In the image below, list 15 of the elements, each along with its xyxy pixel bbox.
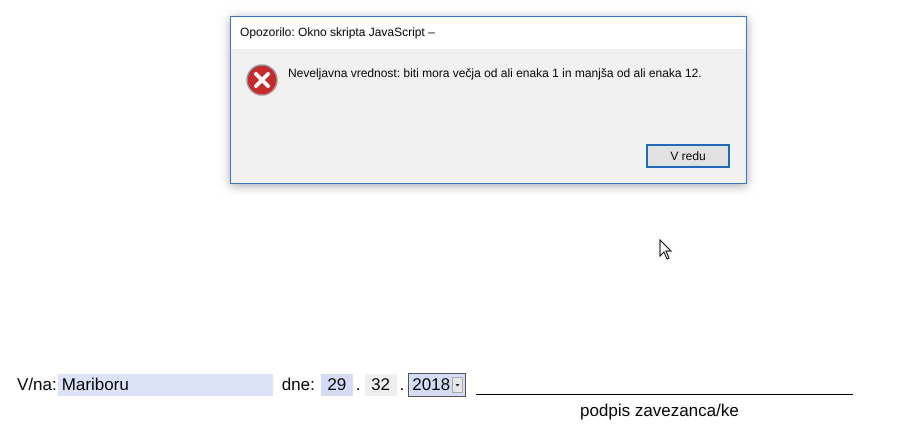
place-label: V/na: — [17, 375, 57, 395]
date-separator: . — [356, 375, 361, 395]
error-message: Neveljavna vrednost: biti mora večja od ali enaka 1 in manjša od ali enaka 12. — [288, 65, 702, 80]
caret-icon — [452, 377, 464, 393]
date-separator: . — [400, 375, 404, 395]
ok-button[interactable]: V redu — [646, 144, 730, 168]
date-label: dne: — [282, 375, 315, 395]
date-field[interactable]: 32 — [364, 374, 397, 396]
dialog-title: Opozorilo: Okno skripta JavaScript – — [231, 17, 746, 49]
year-dropdown[interactable]: 2018 — [408, 373, 466, 397]
date-field[interactable]: 29 — [320, 374, 353, 396]
place-field[interactable]: Mariboru — [58, 374, 273, 396]
error-icon — [246, 64, 278, 96]
mouse-pointer-icon — [659, 239, 673, 261]
signature-caption: podpis zavezanca/ke — [580, 401, 739, 420]
